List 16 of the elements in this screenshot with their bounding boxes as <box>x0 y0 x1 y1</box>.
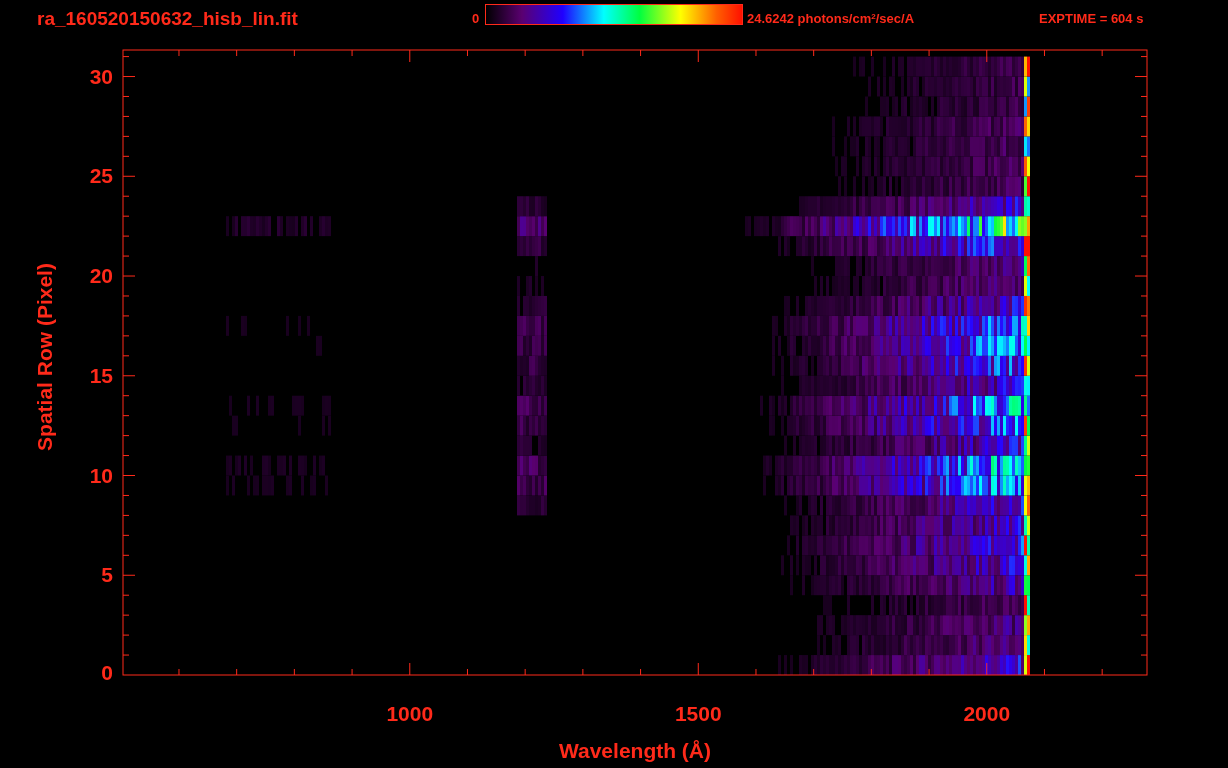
colorbar-max-label: 24.6242 photons/cm$^{2}$/sec/A <box>746 10 916 29</box>
x-tick-label: 1500 <box>674 702 722 725</box>
x-axis-label: Wavelength (Å) <box>558 739 712 762</box>
y-tick-label: 20 <box>89 264 113 287</box>
x-tick-label: 1000 <box>386 702 434 725</box>
file-name: ra_160520150632_hisb_lin.fit <box>37 6 299 31</box>
y-tick-label: 30 <box>89 64 113 88</box>
exposure-time: EXPTIME = 604 s <box>1039 10 1144 29</box>
y-tick-label: 25 <box>89 164 113 188</box>
y-tick-label: 10 <box>89 463 113 487</box>
y-axis-label: Spatial Row (Pixel) <box>33 263 56 451</box>
x-tick-label: 2000 <box>963 702 1011 725</box>
y-tick-label: 5 <box>101 563 113 587</box>
y-tick-label: 0 <box>101 661 113 684</box>
colorbar-min-label: 0 <box>472 10 481 29</box>
y-tick-label: 15 <box>89 363 113 387</box>
